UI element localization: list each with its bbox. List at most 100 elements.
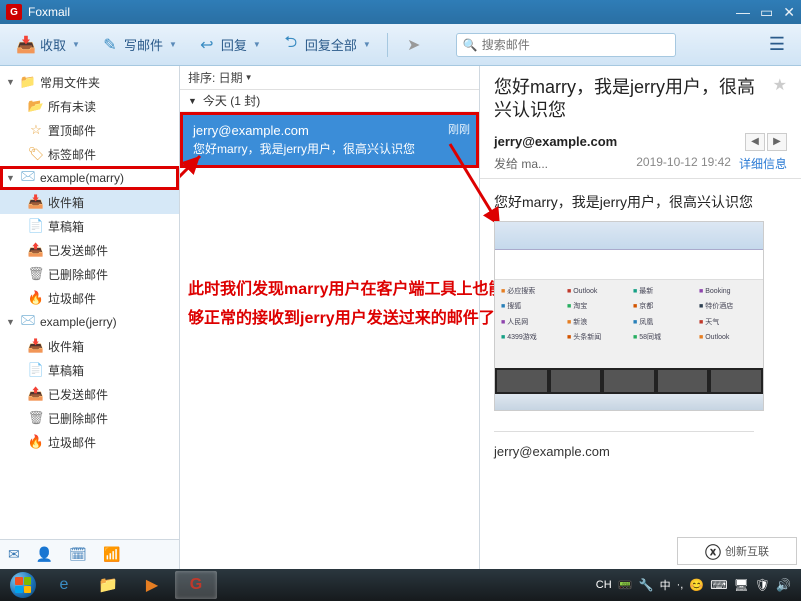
folder-icon: 📁 [98, 575, 118, 595]
next-mail-button[interactable]: ▶ [767, 133, 787, 151]
taskbar-explorer[interactable]: 📁 [87, 571, 129, 599]
maximize-button[interactable]: ▭ [760, 4, 773, 21]
group-today[interactable]: ▼ 今天 (1 封) [180, 90, 479, 112]
reply-all-icon: ⮌ [281, 35, 301, 55]
media-icon: ▶ [146, 575, 158, 595]
folder-label: 已删除邮件 [48, 266, 108, 283]
reply-button[interactable]: ↩ 回复 ▼ [189, 31, 269, 59]
chevron-down-icon: ▼ [245, 73, 253, 82]
folder-label: 已删除邮件 [48, 410, 108, 427]
folder-sent[interactable]: 📤已发送邮件 [0, 382, 179, 406]
chevron-down-icon: ▼ [72, 40, 80, 49]
taskbar-foxmail[interactable]: G [175, 571, 217, 599]
menu-button[interactable]: ☰ [761, 34, 793, 55]
account-label: example(marry) [40, 171, 124, 185]
sent-icon: 📤 [28, 386, 44, 402]
receive-icon: 📥 [16, 35, 36, 55]
preview-from: jerry@example.com [494, 134, 745, 149]
watermark-text: 创新互联 [725, 543, 769, 559]
ime-text[interactable]: 中 [660, 577, 671, 593]
folder-sent[interactable]: 📤已发送邮件 [0, 238, 179, 262]
group-label: 今天 (1 封) [203, 92, 260, 109]
folder-inbox[interactable]: 📥收件箱 [0, 334, 179, 358]
contacts-icon[interactable]: 👤 [36, 546, 53, 563]
folder-label: 草稿箱 [48, 218, 84, 235]
folder-common[interactable]: ▼ 📁 常用文件夹 [0, 70, 179, 94]
annotation-line: 够正常的接收到jerry用户发送过来的邮件了 [188, 305, 528, 334]
folder-icon: 📁 [20, 74, 36, 90]
folder-label: 收件箱 [48, 194, 84, 211]
compose-label: 写邮件 [124, 35, 163, 54]
minimize-button[interactable]: — [736, 4, 750, 21]
compose-icon: ✎ [100, 35, 120, 55]
folder-trash[interactable]: 🗑已删除邮件 [0, 406, 179, 430]
tray-icon[interactable]: 🔧 [639, 578, 654, 592]
reply-all-button[interactable]: ⮌ 回复全部 ▼ [273, 31, 379, 59]
preview-detail-link[interactable]: 详细信息 [739, 155, 787, 172]
receive-button[interactable]: 📥 收取 ▼ [8, 31, 88, 59]
message-item[interactable]: jerry@example.com 您好marry，我是jerry用户，很高兴认… [180, 112, 479, 168]
signature: jerry@example.com [494, 431, 754, 463]
expand-icon: ▼ [6, 77, 16, 87]
folder-inbox[interactable]: 📥收件箱 [0, 190, 179, 214]
annotation-line: 此时我们发现marry用户在客户端工具上也能 [188, 276, 528, 305]
message-subject: 您好marry，我是jerry用户，很高兴认识您 [193, 140, 466, 157]
foxmail-icon: G [190, 576, 202, 594]
receive-label: 收取 [40, 35, 66, 54]
folder-junk[interactable]: 🔥垃圾邮件 [0, 286, 179, 310]
search-box[interactable]: 🔍 [456, 33, 676, 57]
account-marry[interactable]: ▼ 🖂 example(marry) [0, 166, 179, 190]
tray-icon[interactable]: 😊 [689, 578, 704, 592]
calendar-icon[interactable]: 🗓 [69, 546, 87, 563]
sort-bar[interactable]: 排序: 日期 ▼ [180, 66, 479, 90]
rss-icon[interactable]: 📶 [103, 546, 120, 563]
tray-icon[interactable]: 📟 [618, 578, 633, 592]
sent-icon: 📤 [28, 242, 44, 258]
folder-drafts[interactable]: 📄草稿箱 [0, 358, 179, 382]
toolbar-separator [387, 33, 388, 57]
compose-button[interactable]: ✎ 写邮件 ▼ [92, 31, 185, 59]
app-logo-icon: G [6, 4, 22, 20]
folder-label: 常用文件夹 [40, 74, 100, 91]
forward-button[interactable]: ➤ [396, 31, 432, 59]
account-jerry[interactable]: ▼ 🖂 example(jerry) [0, 310, 179, 334]
expand-icon: ▼ [6, 317, 16, 327]
folder-pinned[interactable]: ☆置顶邮件 [0, 118, 179, 142]
tray-icon[interactable]: ⌨ [710, 578, 727, 592]
taskbar-ie[interactable]: e [43, 571, 85, 599]
account-icon: 🖂 [20, 170, 36, 186]
mail-view-icon[interactable]: ✉ [8, 546, 20, 563]
folder-drafts[interactable]: 📄草稿箱 [0, 214, 179, 238]
message-list: 排序: 日期 ▼ ▼ 今天 (1 封) jerry@example.com 您好… [180, 66, 480, 569]
account-icon: 🖂 [20, 314, 36, 330]
folder-tagged[interactable]: 🏷标签邮件 [0, 142, 179, 166]
sort-label: 排序: 日期 [188, 69, 243, 86]
star-icon[interactable]: ★ [773, 76, 787, 97]
expand-icon: ▼ [6, 173, 16, 183]
toolbar: 📥 收取 ▼ ✎ 写邮件 ▼ ↩ 回复 ▼ ⮌ 回复全部 ▼ ➤ 🔍 ☰ [0, 24, 801, 66]
body-text: 您好marry，我是jerry用户，很高兴认识您 [494, 191, 787, 213]
chevron-down-icon: ▼ [363, 40, 371, 49]
reply-all-label: 回复全部 [305, 35, 357, 54]
close-button[interactable]: ✕ [783, 4, 795, 21]
preview-pane: 您好marry，我是jerry用户，很高兴认识您 ★ jerry@example… [480, 66, 801, 569]
folder-unread[interactable]: 📂所有未读 [0, 94, 179, 118]
embedded-image: 必应搜索Outlook最新Booking 搜狐淘宝京都特价酒店 人民网新浪凤凰天… [494, 221, 764, 411]
message-time: 刚刚 [448, 121, 470, 137]
watermark: ⓧ 创新互联 [677, 537, 797, 565]
volume-icon[interactable]: 🔊 [776, 578, 791, 592]
tray-icon[interactable]: 🛡 [755, 578, 770, 592]
taskbar-mediaplayer[interactable]: ▶ [131, 571, 173, 599]
system-tray: CH 📟 🔧 中 ·, 😊 ⌨ 🖥 🛡 🔊 [596, 577, 797, 593]
ie-icon: e [60, 576, 69, 594]
folder-trash[interactable]: 🗑已删除邮件 [0, 262, 179, 286]
search-input[interactable] [482, 38, 669, 52]
folder-junk[interactable]: 🔥垃圾邮件 [0, 430, 179, 454]
star-icon: ☆ [28, 122, 44, 138]
ime-label[interactable]: CH [596, 579, 612, 591]
preview-to: 发给 ma... [494, 155, 548, 172]
prev-mail-button[interactable]: ◀ [745, 133, 765, 151]
tray-icon[interactable]: 🖥 [734, 578, 749, 592]
start-button[interactable] [4, 571, 42, 599]
watermark-icon: ⓧ [705, 539, 721, 563]
